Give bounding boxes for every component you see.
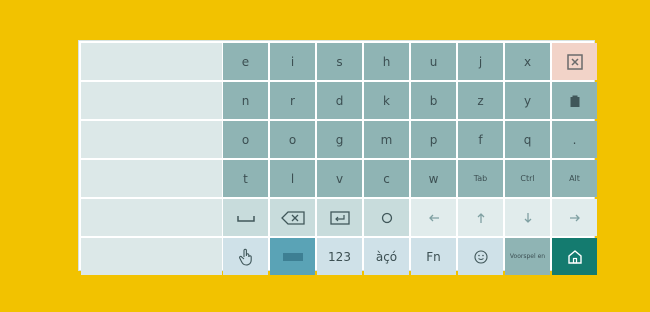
clipboard-icon: [568, 94, 582, 108]
key-n[interactable]: n: [223, 82, 268, 119]
numbers-button[interactable]: 123: [317, 238, 362, 275]
key-z[interactable]: z: [458, 82, 503, 119]
key-b[interactable]: b: [411, 82, 456, 119]
key-v[interactable]: v: [317, 160, 362, 197]
key-g[interactable]: g: [317, 121, 362, 158]
key-f[interactable]: f: [458, 121, 503, 158]
key-c[interactable]: c: [364, 160, 409, 197]
key-u[interactable]: u: [411, 43, 456, 80]
key-j[interactable]: j: [458, 43, 503, 80]
space-key[interactable]: [223, 199, 268, 236]
prediction-slot[interactable]: [81, 82, 222, 119]
key-s[interactable]: s: [317, 43, 362, 80]
key-y[interactable]: y: [505, 82, 550, 119]
key-m[interactable]: m: [364, 121, 409, 158]
key-tab[interactable]: Tab: [458, 160, 503, 197]
keyboard-icon: [282, 252, 304, 262]
keyboard-mode-button[interactable]: [270, 238, 315, 275]
prediction-slot[interactable]: [81, 199, 222, 236]
key-t[interactable]: t: [223, 160, 268, 197]
key-d[interactable]: d: [317, 82, 362, 119]
arrow-up-icon: [476, 212, 486, 224]
key-o-2[interactable]: o: [270, 121, 315, 158]
key-ctrl[interactable]: Ctrl: [505, 160, 550, 197]
key-r[interactable]: r: [270, 82, 315, 119]
prediction-toggle-button[interactable]: Voorspel en: [505, 238, 550, 275]
mouse-mode-button[interactable]: [223, 238, 268, 275]
emoji-button[interactable]: [458, 238, 503, 275]
home-icon: [567, 249, 583, 264]
key-l[interactable]: l: [270, 160, 315, 197]
arrow-down-key[interactable]: [505, 199, 550, 236]
close-keyboard-button[interactable]: [552, 43, 597, 80]
arrow-left-key[interactable]: [411, 199, 456, 236]
smiley-icon: [473, 249, 488, 264]
key-k[interactable]: k: [364, 82, 409, 119]
key-e[interactable]: e: [223, 43, 268, 80]
circle-key[interactable]: [364, 199, 409, 236]
clipboard-button[interactable]: [552, 82, 597, 119]
arrow-up-key[interactable]: [458, 199, 503, 236]
close-box-icon: [566, 53, 583, 70]
backspace-icon: [280, 210, 305, 225]
key-o[interactable]: o: [223, 121, 268, 158]
arrow-right-key[interactable]: [552, 199, 597, 236]
key-i[interactable]: i: [270, 43, 315, 80]
arrow-down-icon: [523, 212, 533, 224]
keyboard-grid: e i s h u j x n r d k b z y o o g m p f …: [223, 43, 597, 275]
arrow-right-icon: [569, 213, 581, 223]
prediction-slot[interactable]: [81, 160, 222, 197]
accents-button[interactable]: àçó: [364, 238, 409, 275]
prediction-column: [81, 43, 222, 277]
home-button[interactable]: [552, 238, 597, 275]
prediction-slot[interactable]: [81, 238, 222, 275]
key-alt[interactable]: Alt: [552, 160, 597, 197]
function-keys-button[interactable]: Fn: [411, 238, 456, 275]
key-q[interactable]: q: [505, 121, 550, 158]
on-screen-keyboard-panel: e i s h u j x n r d k b z y o o g m p f …: [78, 40, 597, 275]
key-period[interactable]: .: [552, 121, 597, 158]
enter-key[interactable]: [317, 199, 362, 236]
prediction-slot[interactable]: [81, 43, 222, 80]
arrow-left-icon: [428, 213, 440, 223]
key-w[interactable]: w: [411, 160, 456, 197]
key-h[interactable]: h: [364, 43, 409, 80]
enter-icon: [329, 210, 350, 225]
backspace-key[interactable]: [270, 199, 315, 236]
hand-pointer-icon: [238, 248, 253, 266]
key-p[interactable]: p: [411, 121, 456, 158]
prediction-slot[interactable]: [81, 121, 222, 158]
space-icon: [236, 213, 255, 223]
key-x[interactable]: x: [505, 43, 550, 80]
circle-icon: [381, 212, 393, 224]
